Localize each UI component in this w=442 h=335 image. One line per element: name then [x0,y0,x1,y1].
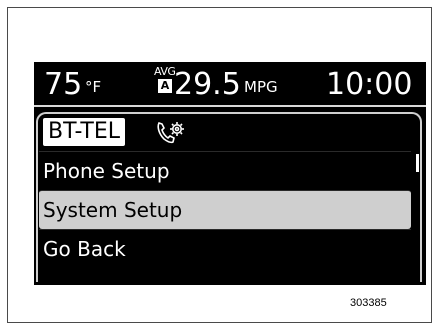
fuel-economy-value: 29.5 [174,67,241,102]
menu-item-phone-setup[interactable]: Phone Setup [39,151,411,190]
menu-item-label: Go Back [43,237,126,261]
menu-item-label: Phone Setup [43,159,170,183]
display-screen: 75 °F AVG A 29.5 MPG 10:00 BT-TEL Phone … [34,62,426,285]
scroll-thumb[interactable] [416,154,419,172]
menu-list: Phone Setup System Setup Go Back [39,151,411,268]
figure-code: 303385 [350,297,387,309]
temperature-unit: °F [85,78,102,96]
avg-a-badge: A [158,79,172,93]
phone-gear-icon [157,122,184,144]
menu-header: BT-TEL [36,114,422,149]
fuel-economy-unit: MPG [244,78,278,96]
menu-item-label: System Setup [43,198,183,222]
status-divider [34,105,426,107]
menu-item-system-setup[interactable]: System Setup [39,190,411,229]
mode-title: BT-TEL [43,118,126,146]
outside-temperature: 75 [44,67,83,102]
scrollbar[interactable] [416,154,419,278]
avg-label: AVG [154,65,176,78]
status-bar: 75 °F AVG A 29.5 MPG 10:00 [34,62,426,107]
clock: 10:00 [326,67,413,102]
menu-item-go-back[interactable]: Go Back [39,229,411,268]
